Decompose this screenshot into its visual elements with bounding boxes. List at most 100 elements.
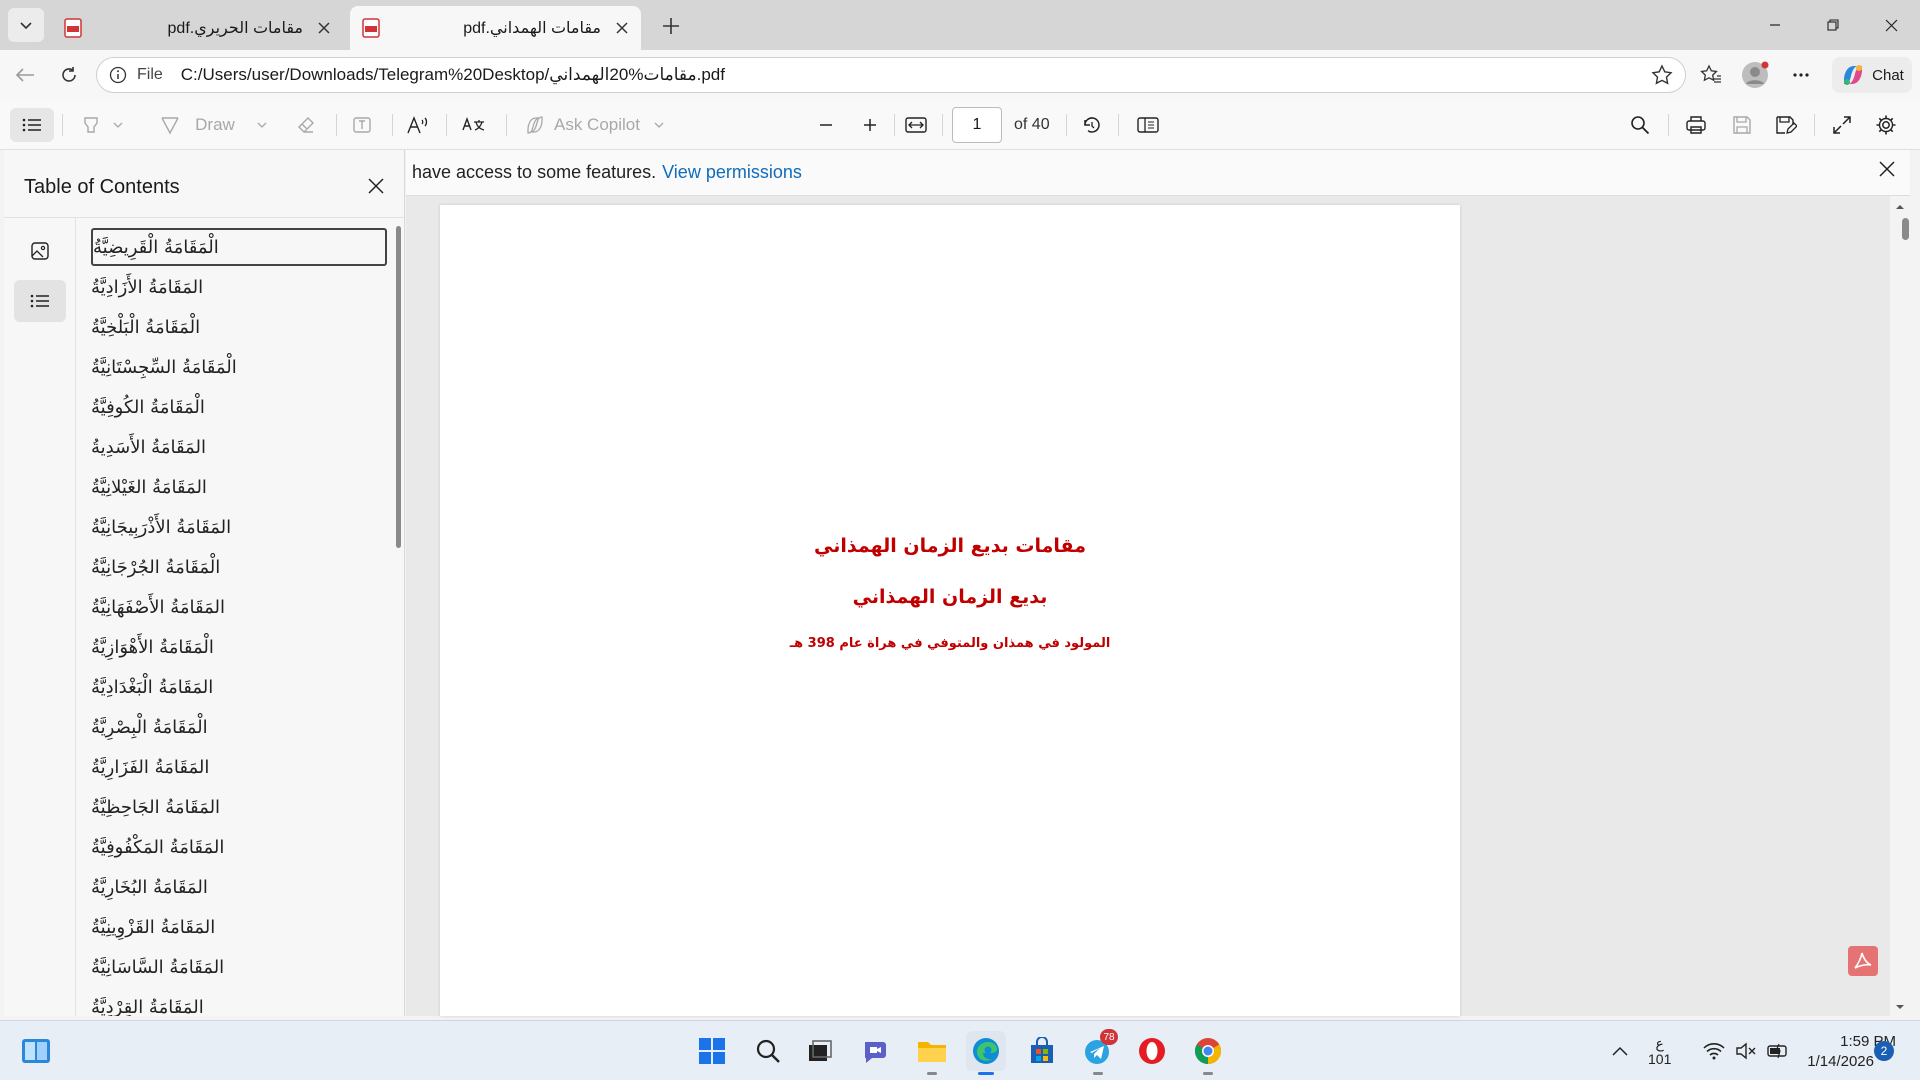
- task-view-icon: [809, 1040, 832, 1061]
- ask-copilot-button[interactable]: Ask Copilot: [516, 108, 672, 142]
- pane-title: Table of Contents: [24, 176, 180, 198]
- save-as-button[interactable]: [1768, 108, 1804, 142]
- tab-actions-menu-button[interactable]: [8, 8, 44, 42]
- toc-item[interactable]: المَقَامَةُ الأَزَادِيَّةُ: [91, 268, 387, 306]
- toc-item[interactable]: المَقَامَةُ القَزْوِينِيَّةُ: [91, 908, 387, 946]
- acrobat-button[interactable]: [1848, 946, 1878, 976]
- rotate-button[interactable]: [1074, 108, 1110, 142]
- pdf-settings-button[interactable]: [1868, 108, 1904, 142]
- pdf-file-icon: [64, 18, 82, 38]
- tab-close-button[interactable]: [311, 15, 337, 41]
- toc-item[interactable]: المَقَامَةُ الغَيْلانِيَّةُ: [91, 468, 387, 506]
- add-text-button[interactable]: [344, 108, 380, 142]
- opera-button[interactable]: [1132, 1031, 1172, 1071]
- telegram-button[interactable]: 78: [1078, 1029, 1118, 1075]
- outline-view-button[interactable]: [14, 280, 66, 322]
- zoom-in-button[interactable]: [852, 108, 888, 142]
- refresh-button[interactable]: [52, 58, 86, 92]
- draw-button[interactable]: Draw: [154, 108, 272, 142]
- toolbar-divider: [1066, 114, 1067, 136]
- read-aloud-button[interactable]: [400, 108, 436, 142]
- toc-item[interactable]: الْمَقَامَةُ الجُرْجَانِيَّةُ: [91, 548, 387, 586]
- thumbnails-view-button[interactable]: [14, 230, 66, 272]
- edge-button[interactable]: [966, 1031, 1006, 1075]
- site-info-button[interactable]: [107, 64, 129, 86]
- show-hidden-icons-button[interactable]: [1600, 1031, 1640, 1071]
- toc-item[interactable]: المَقَامَةُ المَكْفُوفِيَّةُ: [91, 828, 387, 866]
- scrollbar-thumb[interactable]: [1902, 218, 1909, 240]
- toc-item[interactable]: الْمَقَامَةُ الْبِصْرِيَّةُ: [91, 708, 387, 746]
- toc-scrollbar-thumb[interactable]: [396, 226, 401, 548]
- video-chat-icon: [865, 1042, 886, 1063]
- find-button[interactable]: [1622, 108, 1658, 142]
- search-button[interactable]: [748, 1031, 788, 1071]
- table-of-contents-toggle[interactable]: [10, 108, 54, 142]
- save-button[interactable]: [1724, 108, 1760, 142]
- store-button[interactable]: [1022, 1031, 1062, 1071]
- settings-more-button[interactable]: [1784, 58, 1818, 92]
- toc-item[interactable]: المَقَامَةُ البُخَارِيَّةُ: [91, 868, 387, 906]
- start-button[interactable]: [692, 1031, 732, 1071]
- window-close-button[interactable]: [1862, 0, 1920, 50]
- save-as-icon: [1776, 116, 1797, 134]
- highlight-button[interactable]: [72, 108, 132, 142]
- toc-item[interactable]: المَقَامَةُ الجَاحِظِيَّةُ: [91, 788, 387, 826]
- toolbar-divider: [1118, 114, 1119, 136]
- taskbar: 78 ع 101 1:59 PM 1/14/2026 2: [0, 1020, 1920, 1080]
- input-language-indicator[interactable]: ع 101: [1648, 1035, 1671, 1067]
- search-icon: [756, 1039, 780, 1063]
- address-bar[interactable]: File C:/Users/user/Downloads/Telegram%20…: [96, 57, 1686, 93]
- toc-item[interactable]: المَقَامَةُ الأَذْرَبِيجَانِيَّةُ: [91, 508, 387, 546]
- page-number-input[interactable]: 1: [952, 107, 1002, 143]
- avatar-icon: [1742, 61, 1769, 88]
- view-permissions-link[interactable]: View permissions: [662, 162, 802, 183]
- erase-button[interactable]: [288, 108, 324, 142]
- chrome-button[interactable]: [1188, 1031, 1228, 1075]
- url-text[interactable]: C:/Users/user/Downloads/Telegram%20Deskt…: [181, 65, 725, 85]
- pane-rail: [4, 218, 76, 1016]
- star-icon: [1651, 64, 1673, 85]
- save-icon: [1733, 116, 1751, 134]
- copilot-chat-button[interactable]: Chat: [1832, 57, 1912, 93]
- infobar-close-button[interactable]: [1878, 160, 1896, 178]
- add-favorite-button[interactable]: [1651, 64, 1673, 86]
- toc-item[interactable]: الْمَقَامَةُ الْبَلْخِيَّةُ: [91, 308, 387, 346]
- toc-item[interactable]: المَقَامَةُ الأَسَدِيةُ: [91, 428, 387, 466]
- fullscreen-button[interactable]: [1824, 108, 1860, 142]
- profile-button[interactable]: [1738, 58, 1772, 92]
- page-view-button[interactable]: [1130, 108, 1166, 142]
- document-scrollbar[interactable]: [1890, 196, 1910, 1016]
- page-count-label: of 40: [1014, 116, 1050, 133]
- toc-item[interactable]: المَقَامَةُ الفَزَارِيَّةُ: [91, 748, 387, 786]
- close-pane-button[interactable]: [360, 170, 392, 202]
- toc-item[interactable]: الْمَقَامَةُ السِّجِسْتَانِيَّةُ: [91, 348, 387, 386]
- toc-item[interactable]: الْمَقَامَةُ الْقَرِيضِيَّةُ: [91, 228, 387, 266]
- favorites-button[interactable]: [1694, 58, 1728, 92]
- toc-item[interactable]: المَقَامَةُ الأَصْفَهَانِيَّةُ: [91, 588, 387, 626]
- tab-title: مقامات الهمداني.pdf: [463, 20, 601, 37]
- zoom-out-button[interactable]: [808, 108, 844, 142]
- widgets-button[interactable]: [16, 1031, 56, 1071]
- clock-date[interactable]: 1/14/2026: [1778, 1053, 1874, 1070]
- notification-count-badge[interactable]: 2: [1874, 1041, 1894, 1061]
- chevron-up-icon: [1612, 1046, 1628, 1056]
- toc-item[interactable]: الْمَقَامَةُ الكُوفِيَّةُ: [91, 388, 387, 426]
- tab-hamadhani[interactable]: مقامات الهمداني.pdf: [350, 6, 641, 50]
- task-view-button[interactable]: [800, 1031, 840, 1071]
- toc-item[interactable]: الْمَقَامَةُ الأَهْوَازِيَّةُ: [91, 628, 387, 666]
- minimize-button[interactable]: [1746, 0, 1804, 50]
- teams-meet-button[interactable]: [856, 1031, 896, 1071]
- new-tab-button[interactable]: [654, 10, 688, 42]
- toc-item[interactable]: المَقَامَةُ السَّاسَانِيَّةُ: [91, 948, 387, 986]
- file-explorer-button[interactable]: [912, 1031, 952, 1075]
- toc-item[interactable]: المَقَامَةُ القِرْدِيَّةُ: [91, 988, 387, 1017]
- translate-button[interactable]: [456, 108, 492, 142]
- restore-button[interactable]: [1804, 0, 1862, 50]
- tab-hariri[interactable]: مقامات الحريري.pdf: [52, 6, 343, 50]
- plus-icon: [864, 119, 876, 131]
- print-button[interactable]: [1678, 108, 1714, 142]
- tab-close-button[interactable]: [609, 15, 635, 41]
- fit-to-width-button[interactable]: [898, 108, 934, 142]
- back-button[interactable]: [8, 58, 42, 92]
- toc-item[interactable]: المَقَامَةُ الْبَغْدَادِيَّةُ: [91, 668, 387, 706]
